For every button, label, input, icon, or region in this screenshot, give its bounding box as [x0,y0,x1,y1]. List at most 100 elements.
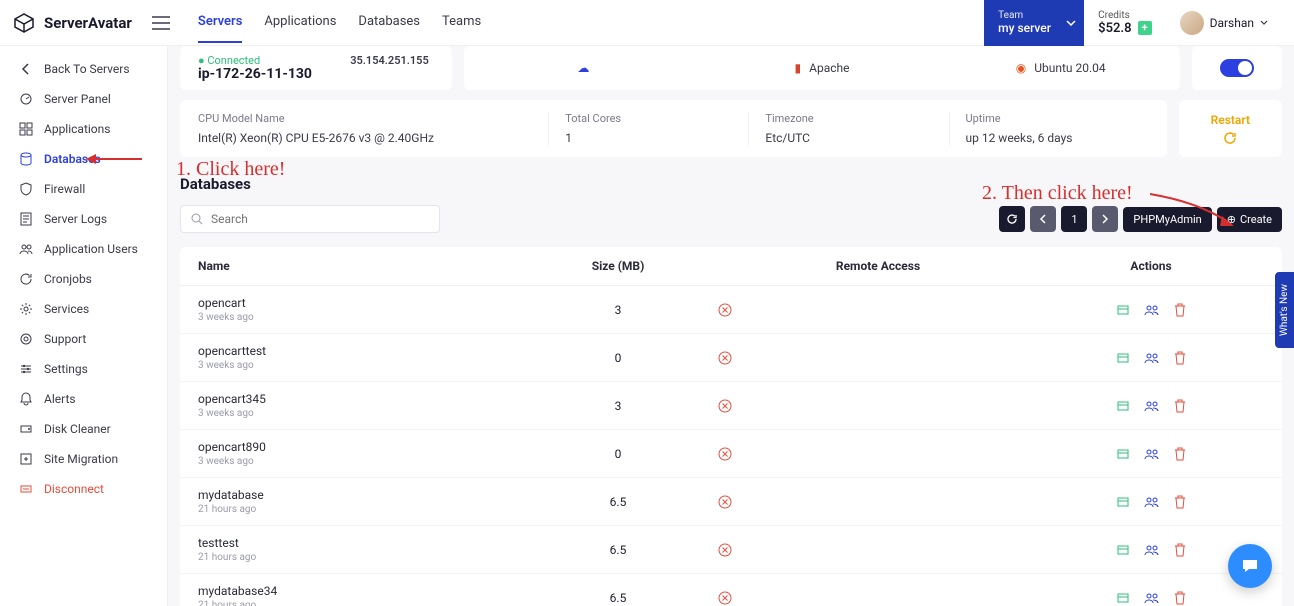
toolbar: 1 PHPMyAdmin ⊕Create [180,205,1282,233]
power-toggle[interactable] [1220,59,1254,77]
team-label: Team [998,10,1070,21]
main-content: ● Connected 35.154.251.155 ip-172-26-11-… [168,46,1294,606]
users-action[interactable] [1144,591,1160,605]
dashboard-icon [18,92,34,106]
connection-status: ● Connected 35.154.251.155 [198,54,434,64]
sidebar-migration[interactable]: Site Migration [0,444,167,474]
add-credits-button[interactable]: + [1138,21,1152,35]
open-action[interactable] [1116,543,1130,557]
sidebar-applications[interactable]: Applications [0,114,167,144]
remote-access-status [718,447,1038,461]
users-action[interactable] [1144,495,1160,509]
open-action[interactable] [1116,447,1130,461]
refresh-icon [1223,131,1237,145]
db-name: mydatabase34 [198,584,518,598]
db-time: 3 weeks ago [198,360,518,371]
timezone-label: Timezone [765,112,932,125]
nav-applications[interactable]: Applications [264,2,336,43]
sidebar-support[interactable]: Support [0,324,167,354]
delete-action[interactable] [1174,351,1186,365]
restart-button[interactable]: Restart [1179,100,1282,157]
th-remote: Remote Access [718,259,1038,273]
restart-label: Restart [1211,113,1250,127]
sidebar-item-label: Settings [44,362,88,376]
remote-access-status [718,303,1038,317]
delete-action[interactable] [1174,447,1186,461]
sidebar-disconnect[interactable]: Disconnect [0,474,167,504]
db-time: 3 weeks ago [198,456,518,467]
open-action[interactable] [1116,399,1130,413]
refresh-button[interactable] [999,206,1025,232]
users-action[interactable] [1144,543,1160,557]
users-action[interactable] [1144,351,1160,365]
db-time: 21 hours ago [198,600,518,606]
sidebar-databases[interactable]: Databases [0,144,167,174]
sidebar-item-label: Server Panel [44,92,111,106]
pager-page-button[interactable]: 1 [1061,206,1087,232]
back-icon [18,62,34,76]
db-name: testtest [198,536,518,550]
disconnect-icon [18,482,34,496]
sidebar-back[interactable]: Back To Servers [0,54,167,84]
whats-new-tab[interactable]: What's New [1275,272,1294,348]
team-selector[interactable]: Team my server [984,0,1084,46]
provider-card: ☁ [464,54,703,82]
open-action[interactable] [1116,303,1130,317]
search-icon [191,213,203,225]
sidebar-disk[interactable]: Disk Cleaner [0,414,167,444]
delete-action[interactable] [1174,591,1186,605]
open-action[interactable] [1116,351,1130,365]
db-size: 6.5 [518,543,718,557]
databases-table: Name Size (MB) Remote Access Actions ope… [180,247,1282,606]
create-button[interactable]: ⊕Create [1217,207,1282,232]
nav-databases[interactable]: Databases [358,2,420,43]
search-input[interactable] [211,212,429,226]
gear-icon [18,302,34,316]
users-action[interactable] [1144,399,1160,413]
pager-next-button[interactable] [1092,206,1118,232]
db-time: 3 weeks ago [198,408,518,419]
open-action[interactable] [1116,495,1130,509]
profile-menu[interactable]: Darshan [1166,0,1282,46]
refresh-icon [18,272,34,286]
users-icon [18,242,34,256]
sidebar-item-label: Application Users [44,242,138,256]
table-row: mydatabase21 hours ago6.5 [180,478,1282,526]
timezone-value: Etc/UTC [765,131,932,145]
support-icon [18,332,34,346]
table-row: opencart3 weeks ago3 [180,286,1282,334]
brand-logo[interactable]: ServerAvatar [12,11,132,35]
credits-value: $52.8 [1098,21,1131,36]
chat-fab[interactable] [1228,544,1272,588]
delete-action[interactable] [1174,399,1186,413]
sidebar-cronjobs[interactable]: Cronjobs [0,264,167,294]
pager-prev-button[interactable] [1030,206,1056,232]
logs-icon [18,212,34,226]
nav-teams[interactable]: Teams [442,2,481,43]
top-header: ServerAvatar Servers Applications Databa… [0,0,1294,46]
open-action[interactable] [1116,591,1130,605]
db-name: opencart345 [198,392,518,406]
sidebar-item-label: Cronjobs [44,272,92,286]
users-action[interactable] [1144,303,1160,317]
menu-toggle-icon[interactable] [152,16,170,30]
phpmyadmin-button[interactable]: PHPMyAdmin [1123,207,1211,232]
nav-servers[interactable]: Servers [198,2,243,43]
sidebar-firewall[interactable]: Firewall [0,174,167,204]
delete-action[interactable] [1174,543,1186,557]
uptime-label: Uptime [966,112,1133,125]
sidebar-logs[interactable]: Server Logs [0,204,167,234]
server-hostname: ip-172-26-11-130 [198,66,434,82]
db-size: 6.5 [518,495,718,509]
sidebar-alerts[interactable]: Alerts [0,384,167,414]
sidebar-appusers[interactable]: Application Users [0,234,167,264]
th-name: Name [198,259,518,273]
delete-action[interactable] [1174,495,1186,509]
delete-action[interactable] [1174,303,1186,317]
sidebar-panel[interactable]: Server Panel [0,84,167,114]
sidebar-services[interactable]: Services [0,294,167,324]
sidebar-item-label: Applications [44,122,110,136]
users-action[interactable] [1144,447,1160,461]
db-time: 21 hours ago [198,552,518,563]
sidebar-settings[interactable]: Settings [0,354,167,384]
